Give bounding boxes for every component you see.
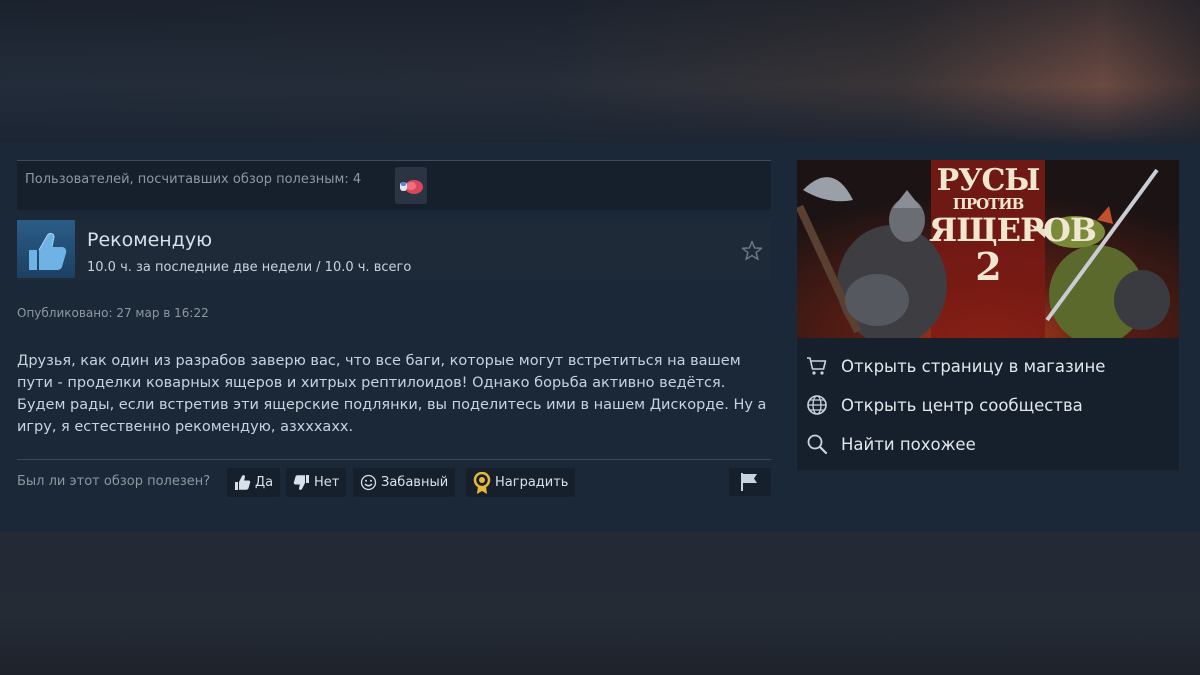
thumbs-up-icon	[235, 475, 251, 490]
award-medal-icon	[473, 471, 491, 494]
received-award-badge[interactable]	[395, 167, 427, 204]
playtime-hours: 10.0 ч. за последние две недели / 10.0 ч…	[87, 260, 412, 275]
vote-question: Был ли этот обзор полезен?	[17, 474, 211, 489]
vote-yes-button[interactable]: Да	[227, 468, 281, 497]
review-divider	[17, 459, 771, 460]
helpful-count-bar: Пользователей, посчитавших обзор полезны…	[17, 160, 771, 210]
review-vote-controls: Был ли этот обзор полезен? Да Нет Забавн…	[17, 468, 771, 497]
capsule-title-line: ЯЩЕРОВ	[929, 211, 1097, 249]
smiley-icon	[360, 474, 377, 491]
capsule-title-line: РУСЫ	[936, 163, 1041, 198]
thumbs-down-icon	[293, 475, 309, 490]
flag-icon	[741, 473, 757, 491]
capsule-title: РУСЫ ПРОТИВ ЯЩЕРОВ 2	[929, 162, 1097, 334]
give-award-label: Наградить	[495, 475, 569, 490]
open-community-hub-label: Открыть центр сообщества	[841, 395, 1083, 415]
give-award-button[interactable]: Наградить	[466, 468, 576, 497]
posted-date: Опубликовано: 27 мар в 16:22	[17, 306, 209, 320]
globe-icon	[807, 395, 827, 415]
award-reaction-icon	[400, 180, 423, 194]
find-similar-link[interactable]: Найти похожее	[805, 429, 1165, 459]
star-icon	[741, 240, 763, 261]
open-community-hub-link[interactable]: Открыть центр сообщества	[805, 390, 1165, 420]
review-verdict-title: Рекомендую	[87, 229, 213, 251]
vote-no-button[interactable]: Нет	[286, 468, 347, 497]
open-store-page-label: Открыть страницу в магазине	[841, 356, 1106, 376]
vote-yes-label: Да	[255, 475, 274, 490]
game-capsule-image[interactable]: РУСЫ ПРОТИВ ЯЩЕРОВ 2	[797, 160, 1179, 338]
search-icon	[807, 434, 828, 455]
game-info-panel: РУСЫ ПРОТИВ ЯЩЕРОВ 2 Открыть страницу в …	[797, 160, 1179, 470]
helpful-count-text: Пользователей, посчитавших обзор полезны…	[25, 172, 362, 187]
favorite-star-button[interactable]	[741, 240, 763, 262]
open-store-page-link[interactable]: Открыть страницу в магазине	[805, 351, 1165, 381]
report-flag-button[interactable]	[729, 468, 771, 496]
review-verdict-header: Рекомендую 10.0 ч. за последние две неде…	[17, 220, 771, 280]
capsule-title-line: ПРОТИВ	[952, 195, 1025, 213]
vote-no-label: Нет	[314, 475, 340, 490]
profile-header-banner	[0, 0, 1200, 143]
page-footer-background	[0, 532, 1200, 675]
cart-icon	[807, 357, 827, 375]
thumbs-up-icon	[29, 233, 67, 270]
review-text: Друзья, как один из разрабов заверю вас,…	[17, 353, 767, 435]
find-similar-label: Найти похожее	[841, 434, 976, 454]
vote-funny-button[interactable]: Забавный	[353, 468, 456, 497]
thumbs-up-badge	[17, 220, 75, 278]
capsule-title-line: 2	[975, 244, 1001, 289]
vote-funny-label: Забавный	[381, 475, 449, 490]
